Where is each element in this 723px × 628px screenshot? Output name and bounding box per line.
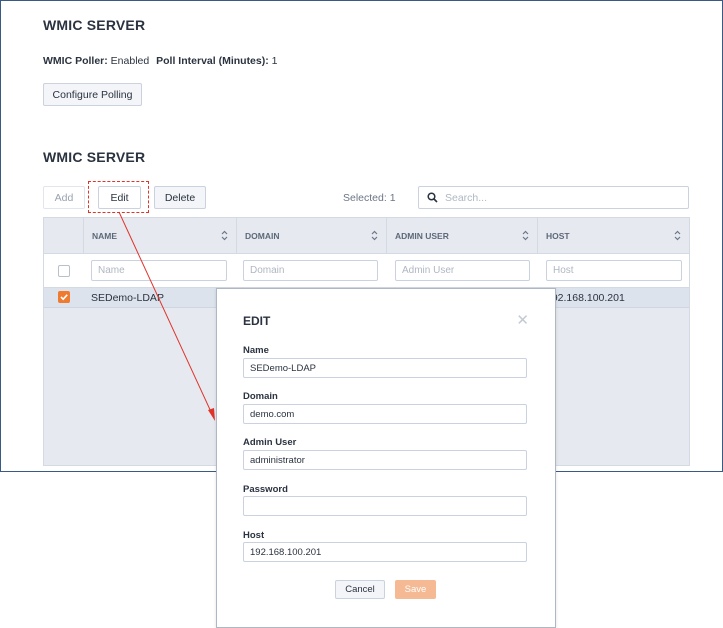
search-icon xyxy=(427,192,438,203)
sort-icon xyxy=(674,230,681,241)
password-field[interactable] xyxy=(243,496,527,516)
host-field[interactable] xyxy=(243,542,527,562)
password-label: Password xyxy=(243,484,288,495)
table-filter-row xyxy=(44,254,689,288)
interval-label: Poll Interval (Minutes): xyxy=(156,55,269,67)
section-title-poller: WMIC SERVER xyxy=(43,17,146,33)
search-input[interactable] xyxy=(445,191,665,204)
select-all-checkbox[interactable] xyxy=(58,265,70,277)
edit-highlight-box xyxy=(88,181,149,213)
admin-user-filter-input[interactable] xyxy=(395,260,530,281)
configure-polling-button[interactable]: Configure Polling xyxy=(43,83,142,106)
dialog-title: EDIT xyxy=(243,314,271,328)
poller-label: WMIC Poller: xyxy=(43,55,108,67)
domain-field[interactable] xyxy=(243,404,527,424)
admin-user-field[interactable] xyxy=(243,450,527,470)
domain-label: Domain xyxy=(243,391,278,402)
name-field[interactable] xyxy=(243,358,527,378)
host-label: Host xyxy=(243,530,265,541)
poller-value: Enabled xyxy=(110,55,150,67)
admin-user-label: Admin User xyxy=(243,437,297,448)
close-icon[interactable]: ✕ xyxy=(516,311,529,329)
section-title-server: WMIC SERVER xyxy=(43,149,146,165)
sort-icon xyxy=(371,230,378,241)
column-header-admin-user[interactable]: ADMIN USER xyxy=(386,218,537,254)
check-icon xyxy=(60,294,68,301)
domain-filter-input[interactable] xyxy=(243,260,378,281)
name-filter-input[interactable] xyxy=(91,260,227,281)
host-filter-input[interactable] xyxy=(546,260,682,281)
delete-button[interactable]: Delete xyxy=(154,186,206,209)
row-name-cell: SEDemo-LDAP xyxy=(91,292,164,304)
add-button[interactable]: Add xyxy=(43,186,85,209)
row-host-cell: 192.168.100.201 xyxy=(546,292,625,304)
column-header-domain[interactable]: DOMAIN xyxy=(236,218,386,254)
column-header-host[interactable]: HOST xyxy=(537,218,689,254)
save-button[interactable]: Save xyxy=(395,580,436,599)
sort-icon xyxy=(522,230,529,241)
row-checkbox[interactable] xyxy=(58,291,70,303)
cancel-button[interactable]: Cancel xyxy=(335,580,385,599)
poller-status-line: WMIC Poller: Enabled Poll Interval (Minu… xyxy=(43,55,282,67)
sort-icon xyxy=(221,230,228,241)
edit-dialog: EDIT ✕ Name Domain Admin User Password H… xyxy=(216,288,556,628)
search-box[interactable] xyxy=(418,186,689,209)
name-label: Name xyxy=(243,345,269,356)
interval-value: 1 xyxy=(271,55,278,67)
selected-count: Selected: 1 xyxy=(343,192,396,204)
column-header-name[interactable]: NAME xyxy=(83,218,236,254)
table-header: NAME DOMAIN ADMIN USER HOST xyxy=(44,218,689,254)
